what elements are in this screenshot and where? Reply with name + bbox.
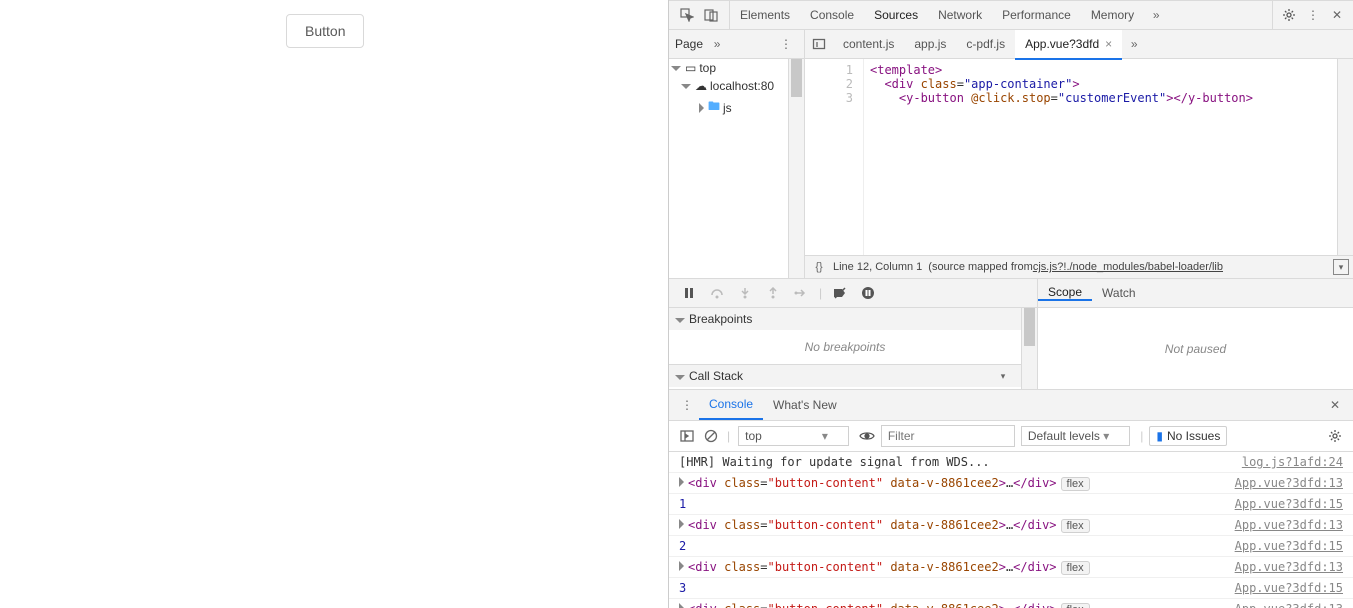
step-into-icon[interactable] — [737, 285, 753, 301]
pause-icon[interactable] — [681, 285, 697, 301]
scope-tab-scope[interactable]: Scope — [1038, 285, 1092, 301]
message-source-link[interactable]: log.js?1afd:24 — [1242, 455, 1343, 469]
editor-tabs-nav-icon[interactable] — [811, 36, 827, 52]
editor-scrollbar[interactable] — [1337, 59, 1353, 255]
breakpoints-empty: No breakpoints — [669, 330, 1021, 364]
console-sidebar-icon[interactable] — [679, 428, 695, 444]
main-tab-performance[interactable]: Performance — [992, 1, 1081, 29]
close-tab-icon[interactable]: × — [1105, 37, 1112, 51]
navigator-more-icon[interactable]: » — [709, 36, 725, 52]
drawer-close-icon[interactable]: ✕ — [1327, 397, 1343, 413]
drawer-tab-console[interactable]: Console — [699, 390, 763, 420]
file-tree[interactable]: ▭top ☁localhost:80 🖿js — [669, 59, 788, 278]
console-message[interactable]: 3App.vue?3dfd:15 — [669, 578, 1353, 599]
console-message[interactable]: 1App.vue?3dfd:15 — [669, 494, 1353, 515]
close-devtools-icon[interactable]: ✕ — [1329, 7, 1345, 23]
source-map-link[interactable]: cjs.js?!./node_modules/babel-loader/lib — [1033, 261, 1223, 273]
main-tab-sources[interactable]: Sources — [864, 1, 928, 29]
context-selector[interactable]: top ▾ — [738, 426, 849, 446]
devtools-panel: ElementsConsoleSourcesNetworkPerformance… — [669, 0, 1353, 608]
page-navigator: Page » ⋮ ▭top ☁localhost:80 🖿js — [669, 30, 805, 278]
log-levels-selector[interactable]: Default levels ▾ — [1021, 426, 1130, 446]
message-source-link[interactable]: App.vue?3dfd:13 — [1235, 602, 1343, 608]
console-message[interactable]: [HMR] Waiting for update signal from WDS… — [669, 452, 1353, 473]
console-message[interactable]: <div class="button-content" data-v-8861c… — [669, 515, 1353, 536]
console-filter-input[interactable] — [881, 425, 1015, 447]
message-source-link[interactable]: App.vue?3dfd:13 — [1235, 476, 1343, 490]
console-message[interactable]: <div class="button-content" data-v-8861c… — [669, 599, 1353, 608]
issues-button[interactable]: ▮No Issues — [1149, 426, 1227, 446]
main-tab-elements[interactable]: Elements — [730, 1, 800, 29]
navigator-menu-icon[interactable]: ⋮ — [778, 36, 794, 52]
breakpoints-header[interactable]: Breakpoints — [669, 308, 1021, 330]
message-source-link[interactable]: App.vue?3dfd:15 — [1235, 539, 1343, 553]
callstack-header[interactable]: Call Stack ▾ — [669, 365, 1021, 387]
kebab-menu-icon[interactable]: ⋮ — [1305, 7, 1321, 23]
scope-tab-watch[interactable]: Watch — [1092, 286, 1146, 300]
settings-gear-icon[interactable] — [1281, 7, 1297, 23]
editor-statusbar: {} Line 12, Column 1 (source mapped from… — [805, 255, 1353, 278]
pause-on-exceptions-icon[interactable] — [860, 285, 876, 301]
editor-overflow-icon[interactable]: ▾ — [1333, 259, 1349, 275]
app-button[interactable]: Button — [286, 14, 364, 48]
file-tab[interactable]: content.js — [833, 30, 904, 58]
file-tab[interactable]: app.js — [904, 30, 956, 58]
step-over-icon[interactable] — [709, 285, 725, 301]
console-toolbar: | top ▾ Default levels ▾ | ▮No Issues — [669, 421, 1353, 452]
message-source-link[interactable]: App.vue?3dfd:15 — [1235, 581, 1343, 595]
deactivate-breakpoints-icon[interactable] — [832, 285, 848, 301]
step-icon[interactable] — [793, 285, 809, 301]
file-tab[interactable]: c-pdf.js — [956, 30, 1015, 58]
page-viewport: Button — [0, 0, 669, 608]
file-tab[interactable]: App.vue?3dfd × — [1015, 30, 1122, 60]
pretty-print-icon[interactable]: {} — [805, 261, 833, 273]
debugger-left-scrollbar[interactable] — [1021, 308, 1037, 389]
debugger-toolbar: | — [669, 279, 1037, 308]
navigator-page-tab[interactable]: Page — [675, 37, 703, 51]
file-tree-scrollbar[interactable] — [788, 59, 804, 278]
message-source-link[interactable]: App.vue?3dfd:13 — [1235, 518, 1343, 532]
devtools-main-tabbar: ElementsConsoleSourcesNetworkPerformance… — [669, 1, 1353, 30]
main-tab-console[interactable]: Console — [800, 1, 864, 29]
code-editor[interactable]: 123 <template> <div class="app-container… — [805, 59, 1353, 255]
editor-more-tabs-icon[interactable]: » — [1126, 36, 1142, 52]
main-tab-memory[interactable]: Memory — [1081, 1, 1144, 29]
live-expression-icon[interactable] — [859, 428, 875, 444]
console-settings-gear-icon[interactable] — [1327, 428, 1343, 444]
console-message[interactable]: 2App.vue?3dfd:15 — [669, 536, 1353, 557]
drawer-tab-what-s-new[interactable]: What's New — [763, 390, 847, 420]
console-output[interactable]: [HMR] Waiting for update signal from WDS… — [669, 452, 1353, 608]
editor-tabs: content.jsapp.jsc-pdf.jsApp.vue?3dfd × » — [805, 30, 1353, 59]
message-source-link[interactable]: App.vue?3dfd:15 — [1235, 497, 1343, 511]
console-message[interactable]: <div class="button-content" data-v-8861c… — [669, 473, 1353, 494]
console-message[interactable]: <div class="button-content" data-v-8861c… — [669, 557, 1353, 578]
more-tabs-icon[interactable]: » — [1148, 7, 1164, 23]
not-paused-message: Not paused — [1038, 308, 1353, 389]
step-out-icon[interactable] — [765, 285, 781, 301]
cursor-position: Line 12, Column 1 — [833, 261, 922, 273]
drawer-menu-icon[interactable]: ⋮ — [679, 397, 695, 413]
main-tab-network[interactable]: Network — [928, 1, 992, 29]
clear-console-icon[interactable] — [703, 428, 719, 444]
source-map-label: (source mapped from — [928, 261, 1033, 273]
device-toggle-icon[interactable] — [703, 7, 719, 23]
inspect-icon[interactable] — [679, 7, 695, 23]
message-source-link[interactable]: App.vue?3dfd:13 — [1235, 560, 1343, 574]
